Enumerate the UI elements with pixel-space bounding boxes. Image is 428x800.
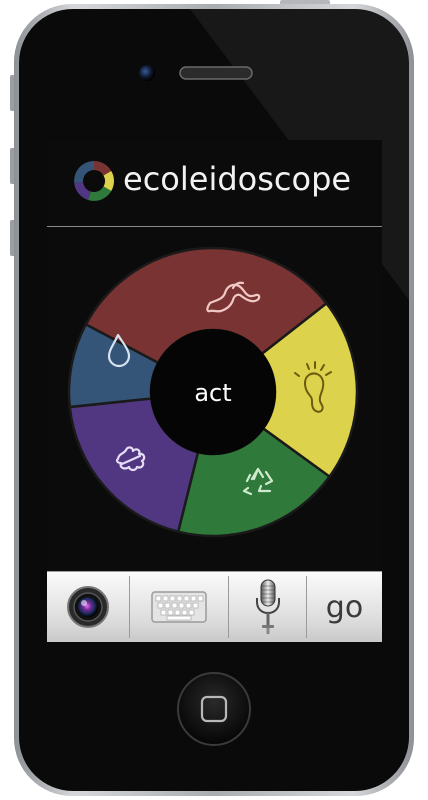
camera-button[interactable] — [47, 572, 129, 642]
app-screen: ecoleidoscope act go — [47, 140, 382, 642]
keyboard-button[interactable] — [130, 572, 228, 642]
home-button[interactable] — [177, 672, 251, 746]
microphone-button[interactable] — [229, 572, 306, 642]
act-label: act — [194, 379, 231, 407]
go-button[interactable]: go — [307, 572, 382, 642]
camera-icon — [67, 586, 109, 628]
keyboard-icon — [151, 591, 207, 623]
iphone-device: ecoleidoscope act go — [0, 0, 428, 800]
go-label: go — [325, 589, 364, 625]
earpiece-speaker — [179, 66, 253, 80]
front-camera — [139, 65, 155, 81]
microphone-icon — [255, 579, 280, 634]
bottom-toolbar: go — [47, 571, 382, 642]
category-wheel: act — [67, 246, 359, 538]
